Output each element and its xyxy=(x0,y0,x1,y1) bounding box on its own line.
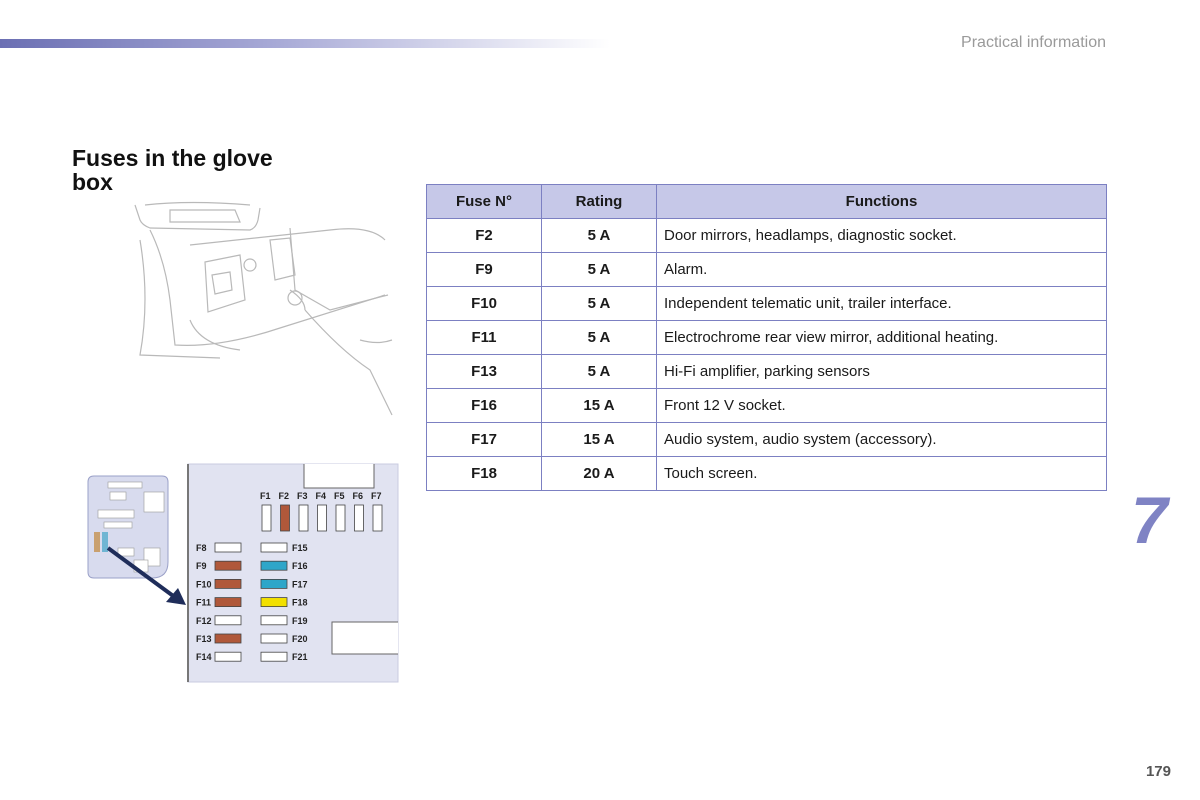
table-header-row: Fuse N° Rating Functions xyxy=(426,184,1107,219)
fuse-slot xyxy=(214,597,242,608)
column-header-rating: Rating xyxy=(541,184,657,219)
table-row: F9 5 A Alarm. xyxy=(426,252,1107,287)
fuse-number-cell: F13 xyxy=(426,354,542,389)
fuse-slot xyxy=(260,651,288,662)
function-cell: Front 12 V socket. xyxy=(656,388,1107,423)
function-cell: Hi-Fi amplifier, parking sensors xyxy=(656,354,1107,389)
table-row: F13 5 A Hi-Fi amplifier, parking sensors xyxy=(426,354,1107,389)
section-title: Practical information xyxy=(961,34,1106,51)
fuse-slot xyxy=(214,633,242,644)
fuse-label: F9 xyxy=(196,561,207,571)
fuse-box-overview xyxy=(87,475,186,605)
function-cell: Door mirrors, headlamps, diagnostic sock… xyxy=(656,218,1107,253)
fuse-panel-enlarged xyxy=(187,463,399,683)
fuse-slot xyxy=(260,633,288,644)
fuse-label: F11 xyxy=(196,598,211,608)
header-gradient-bar xyxy=(0,39,610,48)
fuse-label: F17 xyxy=(292,579,308,589)
fuse-label: F15 xyxy=(292,543,308,553)
fuse-label: F19 xyxy=(292,616,308,626)
rating-cell: 5 A xyxy=(541,354,657,389)
rating-cell: 15 A xyxy=(541,422,657,457)
function-cell: Touch screen. xyxy=(656,456,1107,491)
fuse-label: F20 xyxy=(292,634,308,644)
fuse-label: F4 xyxy=(316,491,327,501)
table-row: F2 5 A Door mirrors, headlamps, diagnost… xyxy=(426,218,1107,253)
function-cell: Alarm. xyxy=(656,252,1107,287)
fuse-label: F21 xyxy=(292,652,308,662)
fuse-label: F3 xyxy=(297,491,308,501)
rating-cell: 5 A xyxy=(541,286,657,321)
column-header-functions: Functions xyxy=(656,184,1107,219)
fuse-slot xyxy=(214,560,242,571)
table-row: F17 15 A Audio system, audio system (acc… xyxy=(426,422,1107,457)
fuse-label: F10 xyxy=(196,579,212,589)
fuse-number-cell: F10 xyxy=(426,286,542,321)
rating-cell: 5 A xyxy=(541,252,657,287)
table-row: F18 20 A Touch screen. xyxy=(426,456,1107,491)
fuse-slot xyxy=(214,579,242,589)
fuse-label: F18 xyxy=(292,598,308,608)
fuse-number-cell: F18 xyxy=(426,456,542,491)
fuse-slot xyxy=(280,504,290,532)
rating-cell: 5 A xyxy=(541,218,657,253)
fuse-slot xyxy=(260,615,288,626)
fuse-label: F13 xyxy=(196,634,212,644)
fuse-number-cell: F9 xyxy=(426,252,542,287)
fuse-label: F5 xyxy=(334,491,345,501)
fuse-label: F12 xyxy=(196,616,212,626)
column-header-fuse: Fuse N° xyxy=(426,184,542,219)
fuse-label: F1 xyxy=(260,491,271,501)
fuse-slot xyxy=(261,504,272,532)
table-row: F10 5 A Independent telematic unit, trai… xyxy=(426,286,1107,321)
fuse-slot xyxy=(317,504,327,532)
fuse-number-cell: F16 xyxy=(426,388,542,423)
rating-cell: 20 A xyxy=(541,456,657,491)
page-title: Fuses in the glove box xyxy=(72,145,273,195)
fuse-label: F8 xyxy=(196,543,207,553)
table-row: F16 15 A Front 12 V socket. xyxy=(426,388,1107,423)
fuse-label: F7 xyxy=(371,491,382,501)
glove-box-illustration xyxy=(134,201,393,416)
fuse-label: F2 xyxy=(279,491,290,501)
fuse-label: F6 xyxy=(353,491,364,501)
fuse-label: F14 xyxy=(196,652,212,662)
page-number: 179 xyxy=(1145,763,1171,780)
fuse-slot xyxy=(214,542,242,553)
fuse-number-cell: F11 xyxy=(426,320,542,355)
chapter-number: 7 xyxy=(1131,483,1168,557)
fuse-slot xyxy=(260,542,288,553)
rating-cell: 5 A xyxy=(541,320,657,355)
rating-cell: 15 A xyxy=(541,388,657,423)
fuse-number-cell: F2 xyxy=(426,218,542,253)
fuse-label: F16 xyxy=(292,561,308,571)
fuse-table: Fuse N° Rating Functions F2 5 A Door mir… xyxy=(426,184,1107,491)
fuse-slot xyxy=(260,579,288,589)
function-cell: Independent telematic unit, trailer inte… xyxy=(656,286,1107,321)
fuse-slot xyxy=(260,597,288,608)
fuse-slot xyxy=(354,504,364,532)
fuse-slot xyxy=(214,651,242,662)
fuse-slot xyxy=(298,504,309,532)
fuse-box-diagram: F1 F2 F3 F4 F5 F6 F7 F8 F9 F10 F11 F12 F13 F14 F15 F16 F… xyxy=(87,463,399,683)
fuse-number-cell: F17 xyxy=(426,422,542,457)
fuse-slot xyxy=(372,504,383,532)
fuse-slot xyxy=(335,504,346,532)
fuse-slot xyxy=(260,560,288,571)
fuse-slot xyxy=(214,615,242,626)
function-cell: Audio system, audio system (accessory). xyxy=(656,422,1107,457)
table-row: F11 5 A Electrochrome rear view mirror, … xyxy=(426,320,1107,355)
function-cell: Electrochrome rear view mirror, addition… xyxy=(656,320,1107,355)
